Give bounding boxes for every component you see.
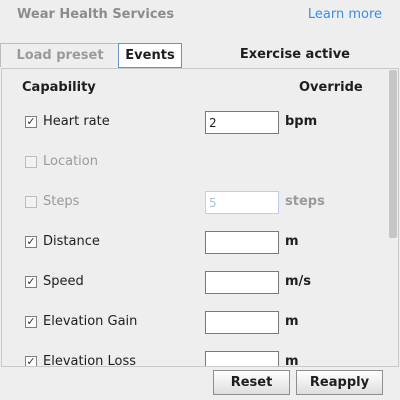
capability-row-distance: ✓ Distance m bbox=[2, 231, 382, 257]
steps-checkbox[interactable] bbox=[25, 196, 37, 208]
heart-rate-unit: bpm bbox=[285, 114, 318, 129]
steps-unit: steps bbox=[285, 194, 325, 209]
speed-label: Speed bbox=[43, 274, 84, 289]
capability-row-steps: Steps steps bbox=[2, 191, 382, 217]
heart-rate-checkbox[interactable]: ✓ bbox=[25, 116, 37, 128]
capabilities-panel: Capability Override ✓ Heart rate bpm Loc… bbox=[1, 68, 399, 367]
elevation-gain-label: Elevation Gain bbox=[43, 314, 138, 329]
elevation-gain-checkbox[interactable]: ✓ bbox=[25, 316, 37, 328]
learn-more-link[interactable]: Learn more bbox=[308, 7, 382, 22]
capability-row-elevation-gain: ✓ Elevation Gain m bbox=[2, 311, 382, 337]
heart-rate-override-input[interactable] bbox=[205, 111, 279, 134]
location-checkbox[interactable] bbox=[25, 156, 37, 168]
elevation-loss-checkbox[interactable]: ✓ bbox=[25, 356, 37, 366]
elevation-loss-label: Elevation Loss bbox=[43, 354, 137, 367]
reapply-button[interactable]: Reapply bbox=[296, 370, 383, 395]
distance-checkbox[interactable]: ✓ bbox=[25, 236, 37, 248]
location-label: Location bbox=[43, 154, 98, 169]
capability-row-heart-rate: ✓ Heart rate bpm bbox=[2, 111, 382, 137]
heart-rate-label: Heart rate bbox=[43, 114, 110, 129]
speed-checkbox[interactable]: ✓ bbox=[25, 276, 37, 288]
capability-row-elevation-loss: ✓ Elevation Loss m bbox=[2, 351, 382, 367]
elevation-gain-override-input[interactable] bbox=[205, 311, 279, 334]
speed-override-input[interactable] bbox=[205, 271, 279, 294]
speed-unit: m/s bbox=[285, 274, 312, 289]
distance-unit: m bbox=[285, 234, 299, 249]
tab-events[interactable]: Events bbox=[118, 43, 182, 68]
tab-load-preset[interactable]: Load preset bbox=[0, 43, 120, 67]
scrollbar-thumb[interactable] bbox=[389, 70, 397, 238]
reset-button[interactable]: Reset bbox=[213, 370, 290, 395]
elevation-loss-override-input[interactable] bbox=[205, 351, 279, 366]
capability-row-location: Location bbox=[2, 151, 382, 177]
override-column-header: Override bbox=[299, 80, 363, 95]
distance-label: Distance bbox=[43, 234, 100, 249]
capability-column-header: Capability bbox=[22, 80, 96, 95]
steps-override-input[interactable] bbox=[205, 191, 279, 214]
vertical-scrollbar[interactable] bbox=[388, 69, 398, 366]
steps-label: Steps bbox=[43, 194, 80, 209]
capability-row-speed: ✓ Speed m/s bbox=[2, 271, 382, 297]
elevation-loss-unit: m bbox=[285, 354, 299, 367]
header-title: Wear Health Services bbox=[17, 7, 175, 22]
distance-override-input[interactable] bbox=[205, 231, 279, 254]
elevation-gain-unit: m bbox=[285, 314, 299, 329]
exercise-status: Exercise active bbox=[239, 47, 350, 62]
